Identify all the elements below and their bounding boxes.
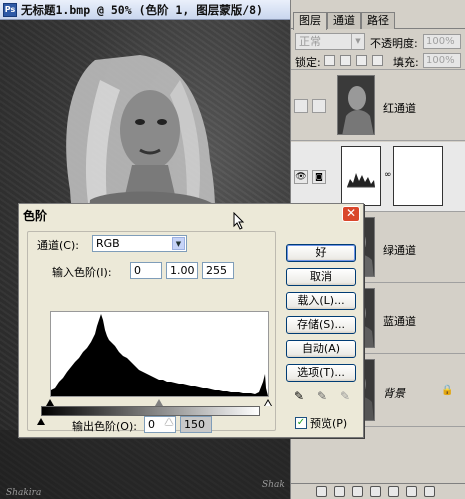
fill-input[interactable]: 100% (423, 53, 461, 68)
channel-select[interactable]: RGB ▼ (92, 235, 187, 252)
document-titlebar[interactable]: Ps 无标题1.bmp @ 50% (色阶 1, 图层蒙版/8) (0, 0, 290, 20)
tab-paths[interactable]: 路径 (361, 12, 395, 29)
levels-titlebar[interactable]: 色阶 ✕ (19, 204, 363, 224)
channel-label: 红通道 (383, 102, 416, 115)
white-eyedropper-icon[interactable]: ✎ (337, 388, 353, 404)
output-white-field[interactable]: 150 (180, 416, 212, 433)
mouse-cursor-icon (233, 212, 245, 230)
opacity-input[interactable]: 100% (423, 34, 461, 49)
mask-icon[interactable]: ◙ (312, 170, 326, 184)
blend-mode-select[interactable]: 正常 ▼ (295, 33, 365, 50)
lock-transparent-icon[interactable] (324, 55, 335, 66)
watermark-right: Shak (262, 480, 285, 490)
input-black-slider[interactable] (46, 399, 54, 406)
blend-mode-value: 正常 (299, 35, 321, 48)
new-group-icon[interactable] (388, 486, 399, 497)
add-mask-icon[interactable] (352, 486, 363, 497)
input-gamma-slider[interactable] (155, 399, 163, 406)
trash-icon[interactable] (424, 486, 435, 497)
lock-all-icon[interactable] (372, 55, 383, 66)
ok-button[interactable]: 好 (286, 244, 356, 262)
histogram (50, 311, 269, 397)
gray-eyedropper-icon[interactable]: ✎ (314, 388, 330, 404)
visibility-toggle[interactable] (294, 99, 308, 113)
output-gradient-bar (41, 406, 260, 416)
output-levels-label: 输出色阶(O): (72, 420, 137, 433)
new-layer-icon[interactable] (406, 486, 417, 497)
channel-label: 绿通道 (383, 244, 416, 257)
output-black-slider[interactable] (37, 418, 45, 425)
preview-toggle[interactable]: ✓ 预览(P) (295, 415, 347, 431)
channel-label: 蓝通道 (383, 315, 416, 328)
output-white-slider[interactable] (165, 418, 173, 425)
preview-label: 预览(P) (310, 417, 348, 430)
layer-mask-thumbnail[interactable] (393, 146, 443, 206)
fill-label: 填充: (393, 56, 419, 69)
options-button[interactable]: 选项(T)... (286, 364, 356, 382)
panel-tabs: 图层 通道 路径 (291, 12, 465, 30)
channel-label: 通道(C): (37, 239, 79, 252)
chevron-down-icon: ▼ (351, 34, 364, 49)
load-button[interactable]: 载入(L)... (286, 292, 356, 310)
lock-row: 锁定: 填充: 100% (291, 52, 465, 70)
channel-thumbnail (337, 75, 375, 135)
save-button[interactable]: 存储(S)... (286, 316, 356, 334)
channel-select-value: RGB (96, 237, 120, 250)
levels-dialog: 色阶 ✕ 通道(C): RGB ▼ 输入色阶(I): 0 1.00 255 输出… (18, 203, 364, 438)
lock-move-icon[interactable] (356, 55, 367, 66)
input-white-field[interactable]: 255 (202, 262, 234, 279)
opacity-label: 不透明度: (370, 37, 418, 50)
channel-row[interactable]: 红通道 (291, 71, 465, 141)
white-slider-fill (265, 401, 271, 406)
close-icon[interactable]: ✕ (342, 206, 360, 222)
input-gamma-field[interactable]: 1.00 (166, 262, 198, 279)
blend-row: 正常 ▼ 不透明度: 100% (291, 31, 465, 51)
new-adjustment-icon[interactable] (370, 486, 381, 497)
background-label: 背景 (383, 387, 405, 400)
input-black-field[interactable]: 0 (130, 262, 162, 279)
eye-icon[interactable]: 👁 (294, 170, 308, 184)
adjustment-layer-row[interactable]: 👁 ◙ ∞ (291, 142, 465, 212)
photoshop-doc-icon: Ps (3, 2, 17, 17)
input-levels-label: 输入色阶(I): (52, 266, 112, 279)
link-toggle[interactable] (312, 99, 326, 113)
panel-bottom-toolbar (291, 483, 465, 499)
levels-group: 通道(C): RGB ▼ 输入色阶(I): 0 1.00 255 输出色阶(O)… (27, 231, 276, 433)
document-title: 无标题1.bmp @ 50% (色阶 1, 图层蒙版/8) (21, 2, 263, 17)
levels-adjustment-thumbnail (341, 146, 381, 206)
levels-title: 色阶 (23, 209, 48, 223)
tab-layers[interactable]: 图层 (293, 12, 327, 30)
auto-button[interactable]: 自动(A) (286, 340, 356, 358)
layer-style-icon[interactable] (334, 486, 345, 497)
lock-brush-icon[interactable] (340, 55, 351, 66)
cancel-button[interactable]: 取消 (286, 268, 356, 286)
chain-link-icon: ∞ (384, 170, 392, 180)
watermark-left: Shakira (6, 488, 42, 498)
lock-icon: 🔒 (441, 385, 454, 396)
chevron-down-icon: ▼ (172, 237, 185, 250)
lock-label: 锁定: (295, 56, 321, 69)
link-layers-icon[interactable] (316, 486, 327, 497)
black-eyedropper-icon[interactable]: ✎ (291, 388, 307, 404)
histogram-graph (51, 314, 268, 396)
tab-channels[interactable]: 通道 (327, 12, 361, 29)
preview-checkbox[interactable]: ✓ (295, 417, 307, 429)
